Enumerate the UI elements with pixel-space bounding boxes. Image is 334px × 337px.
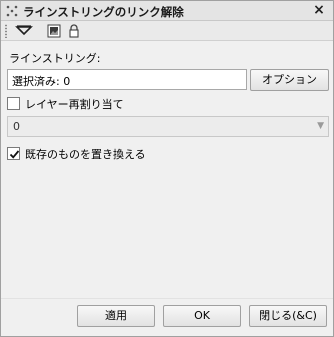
selection-field[interactable]: 選択済み: 0: [7, 69, 247, 90]
unlink-linestring-dialog: ラインストリングのリンク解除 × ラインストリング: 選択済み: 0 オプション…: [0, 0, 334, 337]
close-icon[interactable]: ×: [311, 2, 327, 18]
filter-funnel-icon[interactable]: [15, 23, 33, 39]
close-button[interactable]: 閉じる(&C): [249, 305, 327, 327]
apply-button[interactable]: 適用: [77, 305, 155, 327]
layer-select[interactable]: 0 ▼: [7, 116, 329, 137]
reassign-layer-checkbox[interactable]: [7, 97, 20, 110]
replace-existing-checkbox[interactable]: [7, 147, 20, 160]
image-icon[interactable]: [45, 23, 63, 39]
lock-icon[interactable]: [65, 23, 83, 39]
options-button[interactable]: オプション: [250, 69, 329, 91]
checkmark-icon: [9, 150, 20, 159]
drag-grip-icon[interactable]: [5, 4, 19, 18]
reassign-layer-row[interactable]: レイヤー再割り当て: [7, 96, 207, 112]
ok-button[interactable]: OK: [163, 305, 241, 327]
toolbar-grip-icon[interactable]: [4, 24, 8, 38]
chevron-down-icon: ▼: [317, 121, 324, 131]
replace-existing-row[interactable]: 既存のものを置き換える: [7, 146, 227, 162]
replace-existing-label: 既存のものを置き換える: [25, 148, 146, 161]
dialog-title: ラインストリングのリンク解除: [23, 5, 184, 19]
footer-divider: [1, 298, 333, 299]
layer-select-value: 0: [13, 120, 20, 133]
linestring-label: ラインストリング:: [9, 52, 101, 65]
title-bar[interactable]: ラインストリングのリンク解除 ×: [1, 1, 333, 21]
toolbar: [1, 21, 333, 41]
reassign-layer-label: レイヤー再割り当て: [25, 98, 124, 111]
